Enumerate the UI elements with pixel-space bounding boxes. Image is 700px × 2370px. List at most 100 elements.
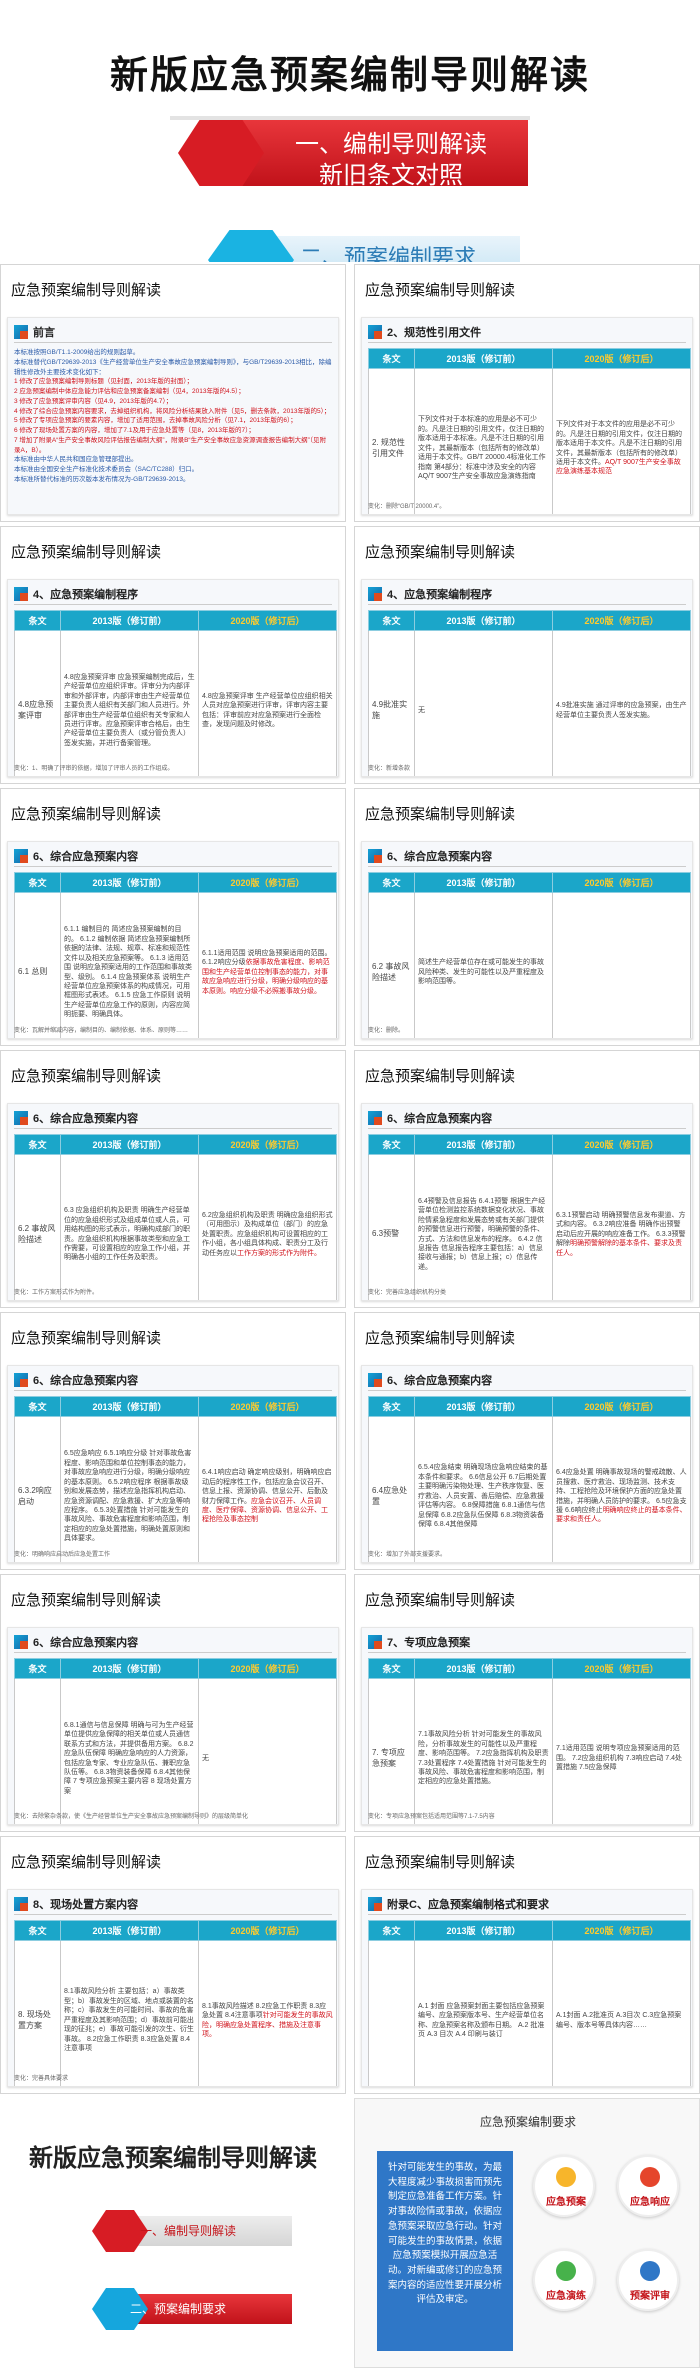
- change-note: 变化：完善应急组织机构分类: [368, 1290, 447, 1296]
- comparison-table: 条文 2013版（修订前） 2020版（修订后） 6.8.1通信与信息保障 明确与可为…: [14, 1658, 337, 1824]
- header-2020: 2020版（修订后）: [552, 610, 691, 631]
- old-cell: A.1 封面 应急预案封面主要包括应急预案编号、应急预案版本号、生产经营单位名称…: [414, 1940, 553, 2086]
- review-icon: [640, 2261, 660, 2281]
- page: 新版应急预案编制导则解读 一、编制导则解读 新旧条文对照 二、预案编制要求 应急…: [0, 0, 700, 2370]
- change-note: 变化：明确响应启动后应急处置工作: [14, 1552, 111, 1558]
- header-2020: 2020版（修订后）: [198, 1658, 337, 1679]
- header-2020: 2020版（修订后）: [198, 1920, 337, 1941]
- table-row: 4.8应急预案评审 4.8应急预案评审 应急预案编制完成后，生产经营单位应组织评审…: [14, 630, 337, 776]
- old-cell: 8.1事故风险分析 主要包括：a）事故类型；b）事故发生的区域、地点或装置的名称…: [60, 1940, 199, 2086]
- divider: [368, 342, 686, 343]
- old-cell: 4.8应急预案评审 应急预案编制完成后，生产经营单位应组织评审。评审分为内部评审…: [60, 630, 199, 776]
- clause-cell: 6.1 总则: [14, 892, 61, 1038]
- comparison-table: 条文 2013版（修订前） 2020版（修订后） 2. 规范性引用文件 下列文件对于本标…: [368, 348, 691, 514]
- section-heading: 6、综合应急预案内容: [368, 848, 492, 864]
- menu-item-1-label: 一、编制导则解读: [140, 2224, 237, 2238]
- divider: [14, 1914, 332, 1915]
- section-label: 6、综合应急预案内容: [387, 1113, 493, 1125]
- requirements-slide: 应急预案编制要求 针对可能发生的事故，为最大程度减少事故损害而预先制定应急准备工…: [354, 2098, 700, 2368]
- square-icon: [14, 587, 28, 601]
- circle-label: 应急响应: [630, 2197, 670, 2208]
- square-icon: [368, 1897, 382, 1911]
- new-cell: 6.2应急组织机构及职责 明确应急组织形式（可用图示）及构成单位（部门）的应急处…: [198, 1154, 337, 1300]
- header-2020: 2020版（修订后）: [552, 1396, 691, 1417]
- header-2013: 2013版（修订前）: [414, 348, 553, 369]
- divider: [368, 1128, 686, 1129]
- slide-title: 应急预案编制导则解读: [11, 1068, 162, 1085]
- header-clause: 条文: [368, 348, 415, 369]
- new-highlight: 明确预警解除的基本条件、要求及责任人。: [556, 1240, 682, 1257]
- comparison-table: 条文 2013版（修订前） 2020版（修订后） 4.9批准实施无 4.9批准实施 通过…: [368, 610, 691, 776]
- header-2013: 2013版（修订前）: [60, 872, 199, 893]
- header-2020: 2020版（修订后）: [552, 872, 691, 893]
- divider: [368, 1914, 686, 1915]
- header-2020: 2020版（修订后）: [198, 872, 337, 893]
- old-cell: 7.1事故风险分析 针对可能发生的事故风险，分析事故发生的可能性以及严重程度、影…: [414, 1678, 553, 1824]
- slide-body: 6、综合应急预案内容条文 2013版（修订前） 2020版（修订后） 6.3.2响应启…: [7, 1365, 339, 1563]
- header-2020: 2020版（修订后）: [552, 348, 691, 369]
- new-highlight: 工作方案的形式作为附件。: [237, 1249, 321, 1257]
- clause-cell: 6.2 事故风险描述: [14, 1154, 61, 1300]
- table-row: 2. 规范性引用文件 下列文件对于本标准的应用是必不可少的。凡是注日期的引用文件，…: [368, 368, 691, 514]
- divider: [14, 1128, 332, 1129]
- new-cell: 无: [198, 1678, 337, 1824]
- square-icon: [14, 325, 28, 339]
- drill-icon: [556, 2261, 576, 2281]
- header-2013: 2013版（修订前）: [60, 1396, 199, 1417]
- preface-line: 1 修改了应急预案编制导则标题（见封面，2013年版的封面）；: [14, 378, 194, 386]
- main-title: 新版应急预案编制导则解读: [109, 52, 590, 97]
- slide-title: 应急预案编制要求: [479, 2115, 576, 2129]
- slide-title: 应急预案编制导则解读: [11, 1330, 162, 1347]
- table-row: 8. 现场处置方案 8.1事故风险分析 主要包括：a）事故类型；b）事故发生的区域…: [14, 1940, 337, 2086]
- preface-line: 3 修改了应急预案评审内容（见4.9，2013年版的4.7）；: [14, 397, 173, 405]
- table-header-row: 条文 2013版（修订前） 2020版（修订后）: [14, 1396, 337, 1417]
- slide-body: 2、规范性引用文件 条文 2013版（修订前） 2020版（修订后） 2. 规范性引用文…: [361, 317, 693, 515]
- divider: [170, 116, 530, 120]
- section-heading: 6、综合应急预案内容: [368, 1372, 492, 1388]
- preface-line: 本标准按照GB/T1.1-2009给出的规则起草。: [14, 349, 140, 356]
- section-label: 6、综合应急预案内容: [33, 851, 139, 863]
- circle-review: 预案评审: [617, 2249, 679, 2311]
- new-cell: [552, 892, 691, 1038]
- clause-cell: 4.9批准实施: [368, 630, 415, 776]
- section-heading: 4、应急预案编制程序: [14, 586, 138, 602]
- header-clause: 条文: [368, 1134, 415, 1155]
- header-2013: 2013版（修订前）: [60, 1134, 199, 1155]
- circle-plan: 应急预案: [533, 2155, 595, 2217]
- new-cell: A.1封面 A.2批准页 A.3目次 C.3应急预案编号、版本号等具体内容……: [552, 1940, 691, 2086]
- preface-line: 本标准替代GB/T29639-2013《生产经营单位生产安全事故应急预案编制导则…: [14, 358, 332, 376]
- title-banner: 新版应急预案编制导则解读 一、编制导则解读 新旧条文对照 二、预案编制要求: [0, 0, 700, 262]
- clause-cell: 6.2 事故风险描述: [368, 892, 415, 1038]
- comparison-table: 条文 2013版（修订前） 2020版（修订后） 6.4应急处置 6.5.4应急结束 明…: [368, 1396, 691, 1562]
- section-label: 6、综合应急预案内容: [33, 1375, 139, 1387]
- preface-line: 7 增加了附录A“生产安全事故风险评估报告编制大纲”，附录B“生产安全事故应急资…: [14, 436, 326, 454]
- slide-title: 应急预案编制导则解读: [365, 1592, 516, 1609]
- new-text: 4.9批准实施 通过评审的应急预案，由生产经营单位主要负责人签发实施。: [556, 702, 687, 719]
- section-label: 4、应急预案编制程序: [33, 589, 139, 601]
- change-note: 变化：增加了外部支援要求。: [368, 1552, 447, 1558]
- slide-body: 6、综合应急预案内容条文 2013版（修订前） 2020版（修订后） 6.3预警 6.4…: [361, 1103, 693, 1301]
- clause-cell: [14, 1678, 61, 1824]
- comparison-table: 条文 2013版（修订前） 2020版（修订后） 6.3.2响应启动 6.5应急响应 6…: [14, 1396, 337, 1562]
- change-note: 变化：新增条款: [368, 766, 411, 772]
- table-row: A.1 封面 应急预案封面主要包括应急预案编号、应急预案版本号、生产经营单位名称…: [368, 1940, 691, 2086]
- comparison-table: 条文 2013版（修订前） 2020版（修订后） 4.8应急预案评审 4.8应急预案评审…: [14, 610, 337, 776]
- table-header-row: 条文 2013版（修订前） 2020版（修订后）: [14, 1134, 337, 1155]
- slide-11: 应急预案编制导则解读 7、专项应急预案 条文 2013版（修订前） 2020版（修订后）…: [354, 1574, 700, 1832]
- comparison-table: 条文 2013版（修订前） 2020版（修订后） 8. 现场处置方案 8.1事故风险分析…: [14, 1920, 337, 2086]
- new-text: 无: [202, 1754, 209, 1762]
- ribbon-line1: 一、编制导则解读: [295, 130, 487, 158]
- alarm-icon: [640, 2167, 660, 2187]
- menu-item-2-label: 二、预案编制要求: [130, 2302, 227, 2316]
- table-header-row: 条文 2013版（修订前） 2020版（修订后）: [14, 872, 337, 893]
- comparison-table: 条文 2013版（修订前） 2020版（修订后） 6.2 事故风险描述 6.3 应急组织…: [14, 1134, 337, 1300]
- comparison-table: 条文 2013版（修订前） 2020版（修订后） 6.3预警 6.4预警及信息报告 6.…: [368, 1134, 691, 1300]
- section-heading: 6、综合应急预案内容: [14, 848, 138, 864]
- comparison-table: 条文 2013版（修订前） 2020版（修订后） 6.1 总则 6.1.1 编制目的 简…: [14, 872, 337, 1038]
- header-2013: 2013版（修订前）: [414, 1920, 553, 1941]
- new-text: 7.1适用范围 说明专项应急预案适用的范围。 7.2应急组织机构 7.3响应启动…: [556, 1745, 683, 1772]
- header-clause: 条文: [368, 610, 415, 631]
- slide-10: 应急预案编制导则解读 6、综合应急预案内容 条文 2013版（修订前） 2020版（修订…: [0, 1574, 346, 1832]
- section-label: 6、综合应急预案内容: [33, 1637, 139, 1649]
- divider: [368, 1390, 686, 1391]
